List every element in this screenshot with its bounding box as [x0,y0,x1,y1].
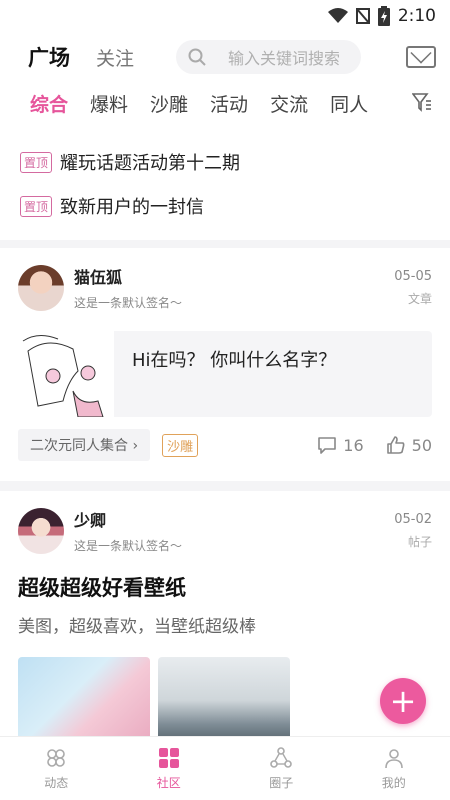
post-date: 05-02 [394,511,432,527]
topic-link[interactable]: 二次元同人集合 › [18,429,151,461]
status-bar: 2:10 [0,0,450,32]
avatar[interactable] [18,507,64,554]
pinned-badge: 置顶 [20,195,53,217]
top-header: 广场 关注 输入关键词搜索 [0,32,450,82]
nav-dynamic[interactable]: 动态 [0,737,113,800]
pinned-title: 耀玩话题活动第十二期 [60,153,241,174]
nav-profile[interactable]: 我的 [338,737,450,800]
category-tab[interactable]: 综合 [30,90,68,117]
status-time: 2:10 [397,6,436,26]
community-icon [158,748,179,768]
nav-label: 动态 [44,776,69,790]
pinned-badge: 置顶 [20,151,53,173]
thumb-up-icon [386,436,405,454]
search-input[interactable]: 输入关键词搜索 [176,40,362,74]
category-tab[interactable]: 爆料 [90,90,128,117]
nav-circle[interactable]: 圈子 [225,737,338,800]
circle-icon [270,747,293,768]
no-signal-icon [355,8,370,24]
mail-icon[interactable] [406,46,436,68]
avatar[interactable] [18,264,64,311]
profile-icon [384,749,403,769]
comment-icon [318,437,337,454]
like-button[interactable]: 50 [386,435,432,455]
nav-label: 社区 [156,776,181,790]
post-card[interactable]: 少卿 这是一条默认签名～ 05-02 帖子 超级超级好看壁纸 美图，超级喜欢，当… [0,491,450,753]
tab-square[interactable]: 广场 [28,42,70,72]
article-preview[interactable]: Hi在吗？ 你叫什么名字？ [18,331,432,417]
create-post-button[interactable]: + [380,678,426,724]
like-count: 50 [411,435,432,455]
filter-icon[interactable] [412,92,432,112]
category-tab[interactable]: 沙雕 [150,90,188,117]
nav-label: 圈子 [269,776,294,790]
bottom-nav: 动态 社区 圈子 我的 [0,736,450,800]
post-description: 美图，超级喜欢，当壁纸超级棒 [18,617,256,637]
article-thumbnail [18,331,114,417]
comment-button[interactable]: 16 [317,435,364,455]
search-placeholder: 输入关键词搜索 [228,49,341,68]
pinned-list: 置顶 耀玩话题活动第十二期 置顶 致新用户的一封信 [0,124,450,228]
category-badge[interactable]: 沙雕 [162,433,199,457]
author-name[interactable]: 少卿 [74,507,182,531]
section-divider [0,481,450,491]
post-type: 帖子 [407,534,432,549]
comment-count: 16 [343,435,364,455]
pinned-item[interactable]: 置顶 致新用户的一封信 [20,184,450,228]
topic-name: 二次元同人集合 [30,438,128,454]
dynamic-icon [47,749,66,767]
wifi-icon [327,8,348,23]
chevron-right-icon: › [132,438,139,454]
author-signature: 这是一条默认签名～ [74,296,183,310]
category-tab[interactable]: 同人 [330,90,368,117]
category-tab[interactable]: 交流 [270,90,308,117]
search-icon [188,48,206,66]
author-name[interactable]: 猫伍狐 [74,264,182,288]
post-type: 文章 [407,291,432,306]
section-divider [0,240,450,248]
post-title[interactable]: 超级超级好看壁纸 [18,572,432,602]
pinned-item[interactable]: 置顶 耀玩话题活动第十二期 [20,140,450,184]
nav-community[interactable]: 社区 [113,737,226,800]
nav-label: 我的 [381,776,406,790]
battery-charging-icon [377,6,390,26]
post-card[interactable]: 猫伍狐 这是一条默认签名～ 05-05 文章 Hi在吗？ 你叫什么名字？ 二次元… [0,248,450,473]
author-signature: 这是一条默认签名～ [74,539,183,553]
article-title: Hi在吗？ 你叫什么名字？ [132,350,337,371]
category-tabs: 综合 爆料 沙雕 活动 交流 同人 [0,82,450,124]
category-tab[interactable]: 活动 [210,90,248,117]
tab-follow[interactable]: 关注 [96,44,134,71]
pinned-title: 致新用户的一封信 [60,197,205,218]
post-date: 05-05 [394,268,432,284]
